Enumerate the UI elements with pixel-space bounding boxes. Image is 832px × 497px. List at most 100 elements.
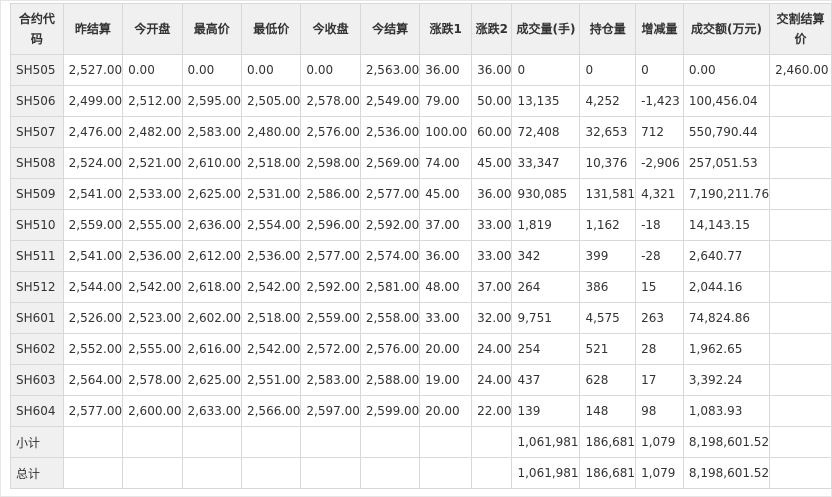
table-cell: [359, 426, 421, 458]
header-row: 合约代码 昨结算 今开盘 最高价 最低价 今收盘 今结算 涨跌1 涨跌2 成交量…: [10, 3, 832, 55]
table-cell: 2,554.00: [240, 209, 302, 241]
table-cell: 2,512.00: [122, 85, 183, 117]
table-cell: 2,505.00: [240, 85, 302, 117]
col-header-close: 今收盘: [300, 3, 361, 55]
table-cell: 100,456.04: [682, 85, 771, 117]
col-header-open: 今开盘: [122, 3, 183, 55]
table-cell: 17: [635, 364, 684, 396]
table-cell: 0.00: [682, 54, 771, 86]
table-cell: 14,143.15: [682, 209, 771, 241]
table-cell: [62, 426, 124, 458]
table-cell: 2,572.00: [300, 333, 361, 365]
table-cell: 2,636.00: [181, 209, 242, 241]
table-cell: [769, 426, 832, 458]
col-header-oi-change: 增减量: [635, 3, 684, 55]
table-row: SH510 2,559.00 2,555.00 2,636.00 2,554.00 2,5…: [10, 209, 832, 241]
table-row: 小计 1,061,981 186,681 1,079 8,198,601.52: [10, 426, 832, 458]
table-cell: 0: [635, 54, 684, 86]
table-cell: 2,577.00: [359, 178, 421, 210]
table-row: SH602 2,552.00 2,555.00 2,616.00 2,542.00 2,5…: [10, 333, 832, 365]
table-cell: 10,376: [579, 147, 637, 179]
row-label-cell: SH506: [10, 85, 64, 117]
table-cell: 2,616.00: [181, 333, 242, 365]
table-cell: 0: [511, 54, 581, 86]
table-cell: 32,653: [579, 116, 637, 148]
table-cell: 2,531.00: [240, 178, 302, 210]
table-cell: 36.00: [419, 54, 473, 86]
table-cell: [181, 426, 242, 458]
row-label-cell: SH604: [10, 395, 64, 427]
table-cell: [769, 116, 832, 148]
table-cell: 7,190,211.76: [682, 178, 771, 210]
table-cell: 0.00: [300, 54, 361, 86]
table-row: SH601 2,526.00 2,523.00 2,602.00 2,518.00 2,5…: [10, 302, 832, 334]
col-header-low: 最低价: [240, 3, 302, 55]
table-cell: [769, 271, 832, 303]
table-cell: 2,583.00: [300, 364, 361, 396]
table-cell: 0.00: [240, 54, 302, 86]
col-header-high: 最高价: [181, 3, 242, 55]
col-header-open-interest: 持仓量: [579, 3, 637, 55]
table-cell: 2,581.00: [359, 271, 421, 303]
table-cell: 24.00: [471, 333, 513, 365]
table-cell: 36.00: [471, 178, 513, 210]
table-cell: 2,563.00: [359, 54, 421, 86]
table-cell: 9,751: [511, 302, 581, 334]
col-header-change1: 涨跌1: [419, 3, 473, 55]
table-cell: 148: [579, 395, 637, 427]
table-cell: 60.00: [471, 116, 513, 148]
row-label-cell: SH510: [10, 209, 64, 241]
table-cell: 2,599.00: [359, 395, 421, 427]
row-label-cell: 小计: [10, 426, 64, 458]
table-cell: 33,347: [511, 147, 581, 179]
table-cell: [122, 426, 183, 458]
table-cell: 2,544.00: [62, 271, 124, 303]
table-cell: 254: [511, 333, 581, 365]
table-cell: 1,162: [579, 209, 637, 241]
table-cell: 2,577.00: [62, 395, 124, 427]
table-cell: 79.00: [419, 85, 473, 117]
table-cell: 2,559.00: [300, 302, 361, 334]
col-header-volume: 成交量(手): [511, 3, 581, 55]
table-cell: 2,577.00: [300, 240, 361, 272]
table-row: SH509 2,541.00 2,533.00 2,625.00 2,531.00 2,5…: [10, 178, 832, 210]
table-cell: 45.00: [419, 178, 473, 210]
table-cell: [769, 240, 832, 272]
table-cell: 2,564.00: [62, 364, 124, 396]
table-cell: 2,480.00: [240, 116, 302, 148]
table-cell: 8,198,601.52: [682, 426, 771, 458]
table-cell: [769, 178, 832, 210]
table-cell: 2,044.16: [682, 271, 771, 303]
table-cell: 2,521.00: [122, 147, 183, 179]
table-cell: 2,542.00: [240, 333, 302, 365]
table-cell: [769, 333, 832, 365]
table-cell: 0.00: [181, 54, 242, 86]
table-cell: 2,542.00: [122, 271, 183, 303]
row-label-cell: SH508: [10, 147, 64, 179]
row-label-cell: SH602: [10, 333, 64, 365]
table-cell: 48.00: [419, 271, 473, 303]
table-row: SH604 2,577.00 2,600.00 2,633.00 2,566.00 2,5…: [10, 395, 832, 427]
row-label-cell: SH509: [10, 178, 64, 210]
table-cell: 4,252: [579, 85, 637, 117]
table-cell: 2,602.00: [181, 302, 242, 334]
table-cell: 2,555.00: [122, 333, 183, 365]
table-cell: 2,558.00: [359, 302, 421, 334]
table-cell: 264: [511, 271, 581, 303]
table-cell: 712: [635, 116, 684, 148]
table-cell: [62, 457, 124, 489]
table-cell: 2,460.00: [769, 54, 832, 86]
row-label-cell: SH601: [10, 302, 64, 334]
table-cell: 2,541.00: [62, 178, 124, 210]
table-cell: [769, 209, 832, 241]
table-cell: 1,079: [635, 426, 684, 458]
table-cell: 186,681: [579, 457, 637, 489]
col-header-settle: 今结算: [359, 3, 421, 55]
table-cell: 2,588.00: [359, 364, 421, 396]
table-row: SH603 2,564.00 2,578.00 2,625.00 2,551.00 2,5…: [10, 364, 832, 396]
table-cell: 139: [511, 395, 581, 427]
table-cell: [240, 426, 302, 458]
table-cell: 186,681: [579, 426, 637, 458]
table-cell: 342: [511, 240, 581, 272]
table-cell: 1,079: [635, 457, 684, 489]
